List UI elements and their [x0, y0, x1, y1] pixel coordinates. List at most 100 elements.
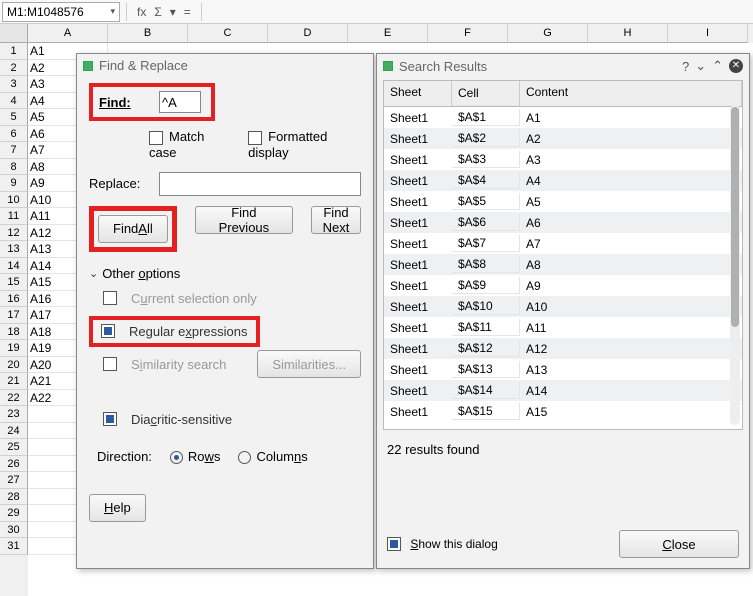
- row-header[interactable]: 15: [0, 274, 28, 291]
- row-header[interactable]: 13: [0, 241, 28, 258]
- row-header[interactable]: 12: [0, 225, 28, 242]
- table-row[interactable]: Sheet1$A$10A10: [384, 296, 742, 317]
- table-row[interactable]: Sheet1$A$1A1: [384, 107, 742, 128]
- row-header[interactable]: 1: [0, 43, 28, 60]
- table-row[interactable]: Sheet1$A$13A13: [384, 359, 742, 380]
- chevron-down-icon[interactable]: ⌄: [695, 58, 706, 74]
- row-header[interactable]: 9: [0, 175, 28, 192]
- row-header[interactable]: 10: [0, 192, 28, 209]
- match-case-checkbox[interactable]: Match case: [149, 129, 228, 160]
- find-next-button[interactable]: Find Next: [311, 206, 361, 234]
- select-all-corner[interactable]: [0, 24, 28, 43]
- fx-icon[interactable]: fx: [137, 5, 146, 19]
- table-row[interactable]: Sheet1$A$11A11: [384, 317, 742, 338]
- row-header[interactable]: 25: [0, 439, 28, 456]
- column-header[interactable]: C: [188, 24, 268, 43]
- row-header[interactable]: 31: [0, 538, 28, 555]
- table-cell: A7: [520, 237, 742, 251]
- table-cell: A3: [520, 153, 742, 167]
- chevron-down-icon[interactable]: ▾: [110, 6, 115, 17]
- col-sheet-header[interactable]: Sheet: [384, 81, 452, 106]
- row-header[interactable]: 27: [0, 472, 28, 489]
- row-header[interactable]: 18: [0, 324, 28, 341]
- replace-label: Replace:: [89, 176, 149, 191]
- dialog-title: Find & Replace: [99, 58, 188, 73]
- similarities-button[interactable]: Similarities...: [257, 350, 361, 378]
- table-row[interactable]: Sheet1$A$7A7: [384, 233, 742, 254]
- row-header[interactable]: 30: [0, 522, 28, 539]
- col-cell-header[interactable]: Cell: [452, 81, 520, 106]
- find-previous-button[interactable]: Find Previous: [195, 206, 293, 234]
- chevron-down-icon[interactable]: ▾: [170, 5, 176, 19]
- show-dialog-checkbox[interactable]: Show this dialog: [387, 537, 498, 552]
- regex-checkbox[interactable]: Regular expressions: [101, 324, 248, 339]
- equals-icon[interactable]: =: [184, 5, 191, 19]
- col-content-header[interactable]: Content: [520, 81, 742, 106]
- column-header[interactable]: D: [268, 24, 348, 43]
- row-header[interactable]: 23: [0, 406, 28, 423]
- row-header[interactable]: 16: [0, 291, 28, 308]
- row-header[interactable]: 24: [0, 423, 28, 440]
- table-row[interactable]: Sheet1$A$14A14: [384, 380, 742, 401]
- table-cell: A4: [520, 174, 742, 188]
- row-header[interactable]: 29: [0, 505, 28, 522]
- column-header[interactable]: A: [28, 24, 108, 43]
- column-header[interactable]: H: [588, 24, 668, 43]
- find-all-button[interactable]: Find All: [98, 215, 168, 243]
- replace-input[interactable]: [159, 172, 361, 196]
- column-header[interactable]: E: [348, 24, 428, 43]
- row-header[interactable]: 5: [0, 109, 28, 126]
- row-header[interactable]: 6: [0, 126, 28, 143]
- column-header[interactable]: I: [668, 24, 748, 43]
- columns-radio[interactable]: Columns: [238, 449, 307, 464]
- table-row[interactable]: Sheet1$A$9A9: [384, 275, 742, 296]
- other-options-toggle[interactable]: ⌄ Other options: [89, 266, 361, 281]
- table-row[interactable]: Sheet1$A$15A15: [384, 401, 742, 422]
- table-row[interactable]: Sheet1$A$6A6: [384, 212, 742, 233]
- name-box[interactable]: M1:M1048576 ▾: [2, 2, 120, 22]
- table-cell: $A$11: [452, 319, 520, 336]
- table-row[interactable]: Sheet1$A$3A3: [384, 149, 742, 170]
- row-header[interactable]: 19: [0, 340, 28, 357]
- table-row[interactable]: Sheet1$A$2A2: [384, 128, 742, 149]
- table-cell: A15: [520, 405, 742, 419]
- row-header[interactable]: 28: [0, 489, 28, 506]
- find-input[interactable]: [159, 91, 201, 113]
- row-header[interactable]: 14: [0, 258, 28, 275]
- row-header[interactable]: 11: [0, 208, 28, 225]
- table-row[interactable]: Sheet1$A$12A12: [384, 338, 742, 359]
- row-header[interactable]: 17: [0, 307, 28, 324]
- direction-label: Direction:: [97, 449, 152, 464]
- table-row[interactable]: Sheet1$A$4A4: [384, 170, 742, 191]
- close-button[interactable]: Close: [619, 530, 739, 558]
- help-icon[interactable]: ?: [682, 59, 689, 74]
- row-header[interactable]: 8: [0, 159, 28, 176]
- column-header[interactable]: F: [428, 24, 508, 43]
- chevron-up-icon[interactable]: ⌃: [712, 58, 723, 74]
- row-header[interactable]: 2: [0, 60, 28, 77]
- row-header[interactable]: 7: [0, 142, 28, 159]
- column-header[interactable]: G: [508, 24, 588, 43]
- table-cell: Sheet1: [384, 321, 452, 335]
- row-header[interactable]: 20: [0, 357, 28, 374]
- row-header[interactable]: 4: [0, 93, 28, 110]
- row-header[interactable]: 22: [0, 390, 28, 407]
- row-header[interactable]: 26: [0, 456, 28, 473]
- scrollbar-thumb[interactable]: [731, 107, 739, 327]
- sigma-icon[interactable]: Σ: [154, 5, 161, 19]
- diacritic-checkbox[interactable]: Diacritic-sensitive: [103, 412, 361, 427]
- help-button[interactable]: Help: [89, 494, 146, 522]
- close-icon[interactable]: ✕: [729, 59, 743, 73]
- row-header[interactable]: 21: [0, 373, 28, 390]
- table-row[interactable]: Sheet1$A$5A5: [384, 191, 742, 212]
- formatted-display-checkbox[interactable]: Formatted display: [248, 129, 361, 160]
- similarity-checkbox[interactable]: Similarity search: [103, 357, 226, 372]
- current-selection-checkbox[interactable]: Current selection only: [103, 291, 361, 306]
- scrollbar[interactable]: [730, 105, 740, 425]
- table-row[interactable]: Sheet1$A$8A8: [384, 254, 742, 275]
- rows-radio[interactable]: Rows: [170, 449, 221, 464]
- table-cell: $A$3: [452, 151, 520, 168]
- row-header[interactable]: 3: [0, 76, 28, 93]
- chevron-down-icon: ⌄: [89, 267, 98, 280]
- column-header[interactable]: B: [108, 24, 188, 43]
